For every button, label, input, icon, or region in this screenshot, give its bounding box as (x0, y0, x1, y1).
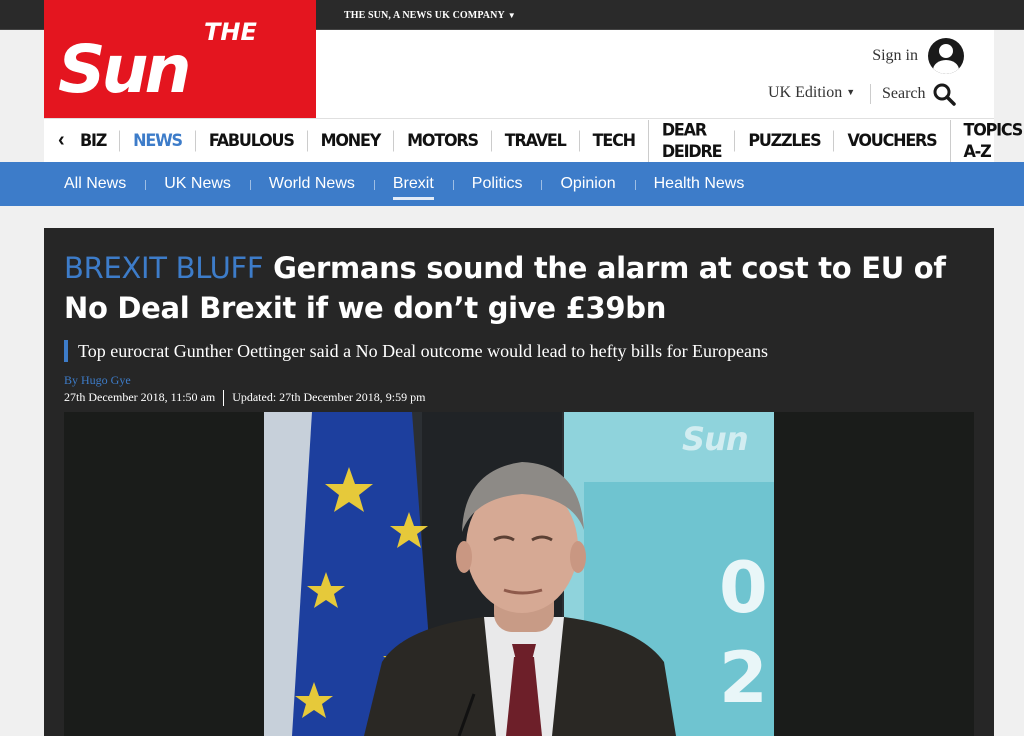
nav-item-news[interactable]: NEWS (119, 130, 195, 152)
logo-text-the: THE (204, 18, 257, 46)
site-logo[interactable]: THE Sun (44, 0, 316, 118)
nav-item-fabulous[interactable]: FABULOUS (194, 130, 307, 152)
subnav-item-brexit[interactable]: Brexit (373, 162, 453, 206)
nav-item-vouchers[interactable]: VOUCHERS (833, 130, 949, 152)
subnav-item-all-news[interactable]: All News (64, 162, 145, 206)
article-headline: BREXIT BLUFF Germans sound the alarm at … (64, 248, 974, 328)
nav-item-dear-deidre[interactable]: DEAR DEIDRE (647, 120, 734, 162)
article-header: BREXIT BLUFF Germans sound the alarm at … (44, 228, 994, 736)
sign-in-label: Sign in (872, 47, 918, 64)
sign-in-button[interactable]: Sign in (872, 38, 964, 74)
video-watermark: Sun (682, 420, 749, 458)
header-divider (870, 84, 871, 104)
article-standfirst: Top eurocrat Gunther Oettinger said a No… (64, 340, 768, 362)
search-label: Search (882, 85, 926, 102)
nav-item-tech[interactable]: TECH (578, 130, 648, 152)
nav-item-topics-a-z[interactable]: TOPICS A-Z (949, 120, 1024, 162)
nav-scroll-left-icon[interactable]: ‹ (58, 129, 65, 152)
nav-item-biz[interactable]: BIZ (80, 131, 119, 152)
sub-nav-list: All News UK News World News Brexit Politics O… (64, 162, 763, 206)
sub-nav: All News UK News World News Brexit Politics O… (0, 162, 1024, 206)
svg-text:2: 2 (719, 637, 768, 719)
caret-down-icon: ▼ (507, 11, 516, 20)
main-nav-list: BIZ NEWS FABULOUS MONEY MOTORS TRAVEL TECH DEAR… (80, 119, 1024, 163)
edition-label: UK Edition (768, 84, 843, 101)
updated-date: Updated: 27th December 2018, 9:59 pm (232, 390, 426, 404)
subnav-item-opinion[interactable]: Opinion (541, 162, 634, 206)
nav-item-motors[interactable]: MOTORS (393, 130, 491, 152)
logo-text-sun: Sun (58, 31, 189, 108)
company-label: THE SUN, A NEWS UK COMPANY (344, 10, 505, 21)
subnav-item-health-news[interactable]: Health News (634, 162, 764, 206)
svg-text:0: 0 (719, 547, 768, 629)
caret-down-icon: ▼ (846, 87, 856, 97)
nav-item-puzzles[interactable]: PUZZLES (734, 130, 833, 152)
video-frame: 0 2 (64, 412, 974, 736)
sun-logo-icon: THE Sun (58, 18, 257, 108)
subnav-item-politics[interactable]: Politics (452, 162, 542, 206)
subnav-item-uk-news[interactable]: UK News (145, 162, 250, 206)
nav-item-travel[interactable]: TRAVEL (490, 130, 579, 152)
article-byline[interactable]: By Hugo Gye (64, 373, 131, 388)
search-icon (933, 83, 956, 106)
headline-kicker[interactable]: BREXIT BLUFF (64, 251, 264, 285)
search-button[interactable]: Search (882, 82, 956, 106)
published-date: 27th December 2018, 11:50 am (64, 390, 216, 404)
article-dates: 27th December 2018, 11:50 am Updated: 27… (64, 390, 425, 406)
subnav-item-world-news[interactable]: World News (249, 162, 374, 206)
date-divider (223, 390, 225, 406)
company-menu[interactable]: THE SUN, A NEWS UK COMPANY ▼ (344, 10, 516, 21)
masthead: THE Sun Sign in UK Edition ▼ Search (44, 0, 994, 118)
nav-item-money[interactable]: MONEY (306, 130, 393, 152)
main-nav: ‹ BIZ NEWS FABULOUS MONEY MOTORS TRAVEL TECH DE… (44, 118, 1023, 162)
user-avatar-icon (928, 38, 964, 74)
video-player[interactable]: 0 2 Sun (64, 412, 974, 736)
edition-selector[interactable]: UK Edition ▼ (768, 84, 855, 102)
